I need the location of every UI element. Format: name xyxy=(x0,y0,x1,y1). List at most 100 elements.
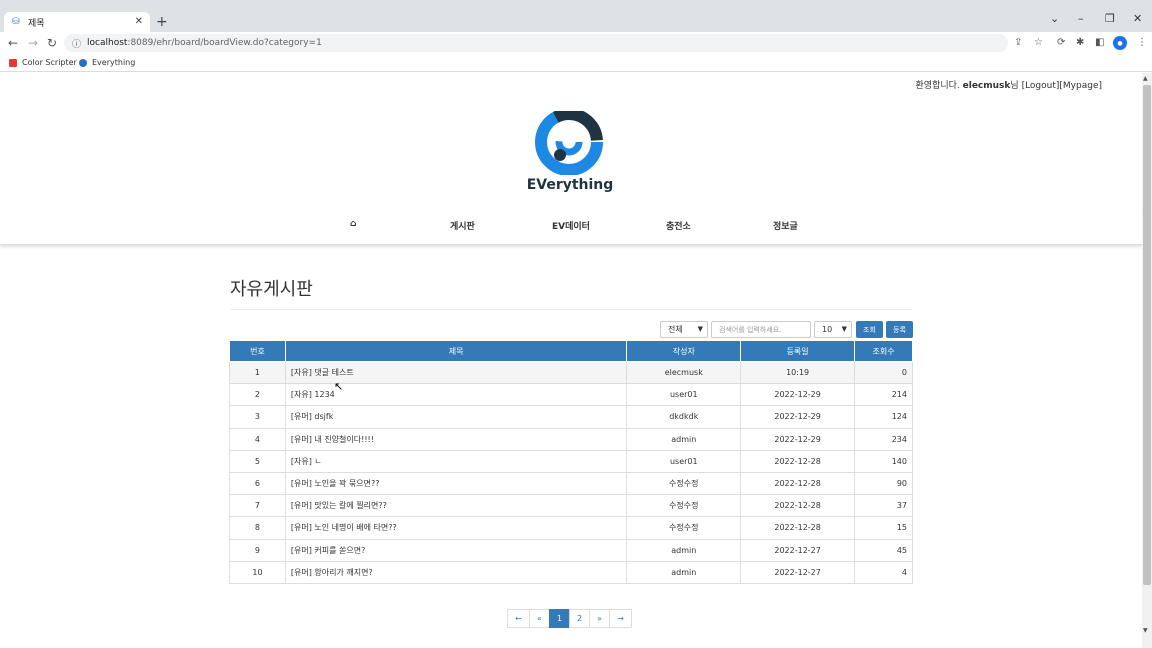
table-row[interactable]: 1 [자유] 댓글 테스트 elecmusk 10:19 0 xyxy=(229,360,913,385)
next-page-button[interactable]: » xyxy=(589,609,610,628)
table-row[interactable]: 10 [유머] 항아리가 깨지면? admin 2022-12-27 4 xyxy=(229,560,913,584)
share-icon[interactable]: ⇪ xyxy=(1014,37,1022,48)
mypage-link[interactable]: [Mypage] xyxy=(1059,81,1102,91)
menu-icon[interactable]: ⋮ xyxy=(1137,37,1147,48)
table-row[interactable]: 5 [자유] ㄴ user01 2022-12-28 140 xyxy=(229,449,913,473)
minimize-icon[interactable]: – xyxy=(1078,12,1084,25)
logout-link[interactable]: [Logout] xyxy=(1022,81,1060,91)
last-page-button[interactable]: → xyxy=(609,609,632,628)
site-info-icon[interactable]: ⓘ xyxy=(72,37,81,50)
row-title[interactable]: [유머] 노인을 꽉 묶으면?? xyxy=(284,471,628,496)
page-button-2[interactable]: 2 xyxy=(569,609,590,628)
extensions-icon[interactable]: ✱ xyxy=(1076,37,1084,48)
row-date: 10:19 xyxy=(740,360,856,385)
url-host: localhost xyxy=(87,38,128,48)
row-views: 0 xyxy=(854,360,913,385)
row-title[interactable]: [유머] 커피를 쏟으면? xyxy=(284,538,628,562)
table-row[interactable]: 8 [유머] 노인 네명이 배에 타면?? 수정수정 2022-12-28 15 xyxy=(229,516,913,540)
row-title[interactable]: [유머] 맛있는 칼에 찔리면?? xyxy=(284,494,628,518)
row-date: 2022-12-29 xyxy=(740,383,856,407)
search-button[interactable]: 조회 xyxy=(856,321,883,338)
close-tab-icon[interactable]: ✕ xyxy=(135,16,143,27)
page-button-1[interactable]: 1 xyxy=(549,609,570,628)
bookmarks-bar: Color Scripter Everything xyxy=(0,54,1152,72)
new-tab-icon[interactable]: + xyxy=(156,14,168,30)
row-title[interactable]: [유머] 항아리가 깨지면? xyxy=(284,560,628,584)
row-date: 2022-12-27 xyxy=(740,538,856,562)
window-close-icon[interactable]: ✕ xyxy=(1133,12,1142,25)
bookmark-color-scripter[interactable]: Color Scripter xyxy=(9,58,77,67)
tab-search-icon[interactable]: ⌄ xyxy=(1050,12,1059,25)
home-icon[interactable]: ⌂ xyxy=(350,219,356,229)
filter-select[interactable]: 전체 ▼ xyxy=(660,321,708,338)
row-no: 2 xyxy=(229,383,286,407)
browser-tab[interactable]: ⛁ 제목 ✕ xyxy=(4,12,150,32)
first-page-button[interactable]: ← xyxy=(507,609,530,628)
nav-item-charging-station[interactable]: 충전소 xyxy=(666,219,691,232)
row-date: 2022-12-28 xyxy=(740,449,856,473)
column-header-views: 조회수 xyxy=(854,340,913,362)
color-scripter-icon xyxy=(9,58,17,67)
pagination: ← « 1 2 » → xyxy=(507,609,632,628)
row-views: 214 xyxy=(854,383,913,407)
tab-title: 제목 xyxy=(28,18,45,29)
logo-mark-icon xyxy=(535,108,603,176)
bookmark-everything[interactable]: Everything xyxy=(79,58,135,67)
row-author: admin xyxy=(626,538,742,562)
welcome-suffix: 님 xyxy=(1010,81,1019,91)
row-date: 2022-12-29 xyxy=(740,427,856,451)
mouse-cursor-icon: ↖ xyxy=(334,380,344,393)
reload-icon[interactable]: ↻ xyxy=(47,36,57,50)
scroll-down-icon[interactable]: ▼ xyxy=(1143,627,1148,634)
chevron-down-icon: ▼ xyxy=(697,325,703,333)
nav-item-ev-data[interactable]: EV데이터 xyxy=(552,219,590,232)
row-author: elecmusk xyxy=(626,360,742,385)
board-table: 번호 제목 작성자 등록일 조회수 1 [자유] 댓글 테스트 elecmusk… xyxy=(229,340,913,584)
filter-select-value: 전체 xyxy=(668,325,683,334)
row-views: 15 xyxy=(854,516,913,540)
row-author: 수정수정 xyxy=(626,516,742,540)
write-button[interactable]: 등록 xyxy=(886,321,913,338)
row-title[interactable]: [자유] ㄴ xyxy=(284,449,628,473)
row-title[interactable]: [유머] 내 진양철이다!!!! xyxy=(284,427,628,451)
row-no: 3 xyxy=(229,405,286,429)
table-row[interactable]: 2 [자유] 1234 user01 2022-12-29 214 xyxy=(229,383,913,407)
scroll-thumb[interactable] xyxy=(1143,85,1151,585)
row-views: 140 xyxy=(854,449,913,473)
site-logo[interactable]: EVerything xyxy=(520,108,620,197)
row-no: 8 xyxy=(229,516,286,540)
side-panel-icon[interactable]: ◧ xyxy=(1095,37,1104,48)
scroll-up-icon[interactable]: ▲ xyxy=(1143,75,1148,82)
restore-icon[interactable]: ❐ xyxy=(1105,12,1115,25)
column-header-no: 번호 xyxy=(229,340,286,362)
table-row[interactable]: 7 [유머] 맛있는 칼에 찔리면?? 수정수정 2022-12-28 37 xyxy=(229,494,913,518)
table-row[interactable]: 3 [유머] dsjfk dkdkdk 2022-12-29 124 xyxy=(229,405,913,429)
bookmark-star-icon[interactable]: ☆ xyxy=(1034,37,1043,48)
forward-icon[interactable]: → xyxy=(28,36,38,50)
profile-avatar[interactable]: ● xyxy=(1113,36,1127,50)
page-size-select[interactable]: 10 ▼ xyxy=(814,321,852,338)
row-no: 7 xyxy=(229,494,286,518)
browser-tab-strip: ⛁ 제목 ✕ + ⌄ – ❐ ✕ xyxy=(0,0,1152,32)
prev-page-button[interactable]: « xyxy=(529,609,550,628)
table-row[interactable]: 4 [유머] 내 진양철이다!!!! admin 2022-12-29 234 xyxy=(229,427,913,451)
row-views: 45 xyxy=(854,538,913,562)
username: elecmusk xyxy=(962,81,1011,91)
row-views: 90 xyxy=(854,471,913,496)
nav-item-board[interactable]: 게시판 xyxy=(450,219,475,232)
extension-reload-icon[interactable]: ⟳ xyxy=(1057,37,1065,48)
url-bar[interactable]: ⓘ localhost:8089/ehr/board/boardView.do?… xyxy=(64,34,1008,52)
row-title[interactable]: [유머] 노인 네명이 배에 타면?? xyxy=(284,516,628,540)
back-icon[interactable]: ← xyxy=(8,36,18,50)
row-title[interactable]: [유머] dsjfk xyxy=(284,405,628,429)
row-no: 10 xyxy=(229,560,286,584)
table-row[interactable]: 6 [유머] 노인을 꽉 묶으면?? 수정수정 2022-12-28 90 xyxy=(229,471,913,496)
column-header-title: 제목 xyxy=(284,340,628,362)
row-author: 수정수정 xyxy=(626,494,742,518)
search-input[interactable]: 검색어를 입력하세요. xyxy=(711,321,811,338)
nav-item-info[interactable]: 정보글 xyxy=(773,219,798,232)
row-author: admin xyxy=(626,560,742,584)
table-row[interactable]: 9 [유머] 커피를 쏟으면? admin 2022-12-27 45 xyxy=(229,538,913,562)
page-scrollbar[interactable]: ▲ ▼ xyxy=(1142,73,1152,648)
row-views: 234 xyxy=(854,427,913,451)
